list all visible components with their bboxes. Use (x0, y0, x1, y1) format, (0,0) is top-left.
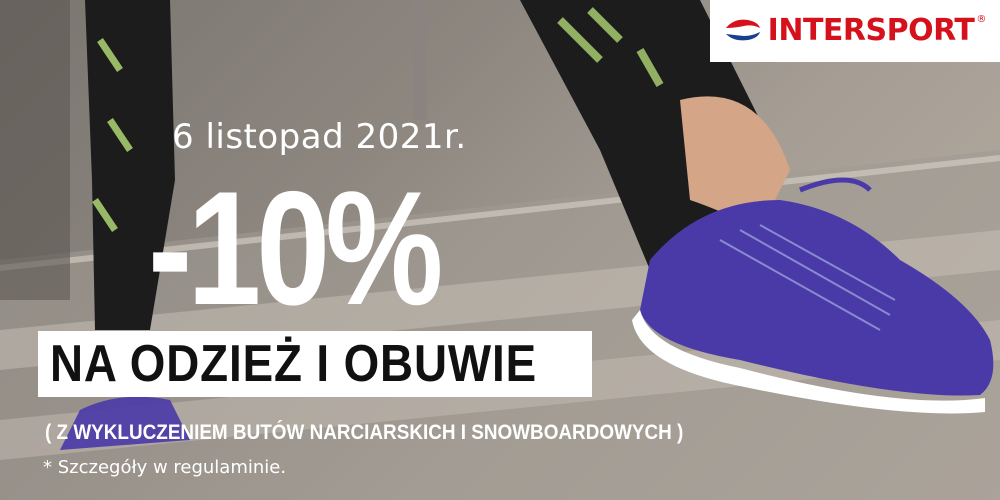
headline: NA ODZIEŻ I OBUWIE (50, 335, 537, 393)
brand-name: INTERSPORT (767, 13, 975, 48)
registered-mark: ® (976, 14, 987, 25)
terms-note: * Szczegóły w regulaminie. (43, 457, 287, 478)
discount-value: -10% (148, 158, 443, 339)
exclusion-text: ( Z WYKLUCZENIEM BUTÓW NARCIARSKICH I SN… (45, 421, 684, 444)
headline-box: NA ODZIEŻ I OBUWIE (38, 331, 592, 397)
intersport-logo[interactable]: INTERSPORT ® (710, 0, 1000, 62)
promo-banner[interactable]: INTERSPORT ® 6 listopad 2021r. -10% NA O… (0, 0, 1000, 500)
intersport-swoosh-icon (725, 19, 760, 41)
promo-date: 6 listopad 2021r. (172, 117, 467, 157)
